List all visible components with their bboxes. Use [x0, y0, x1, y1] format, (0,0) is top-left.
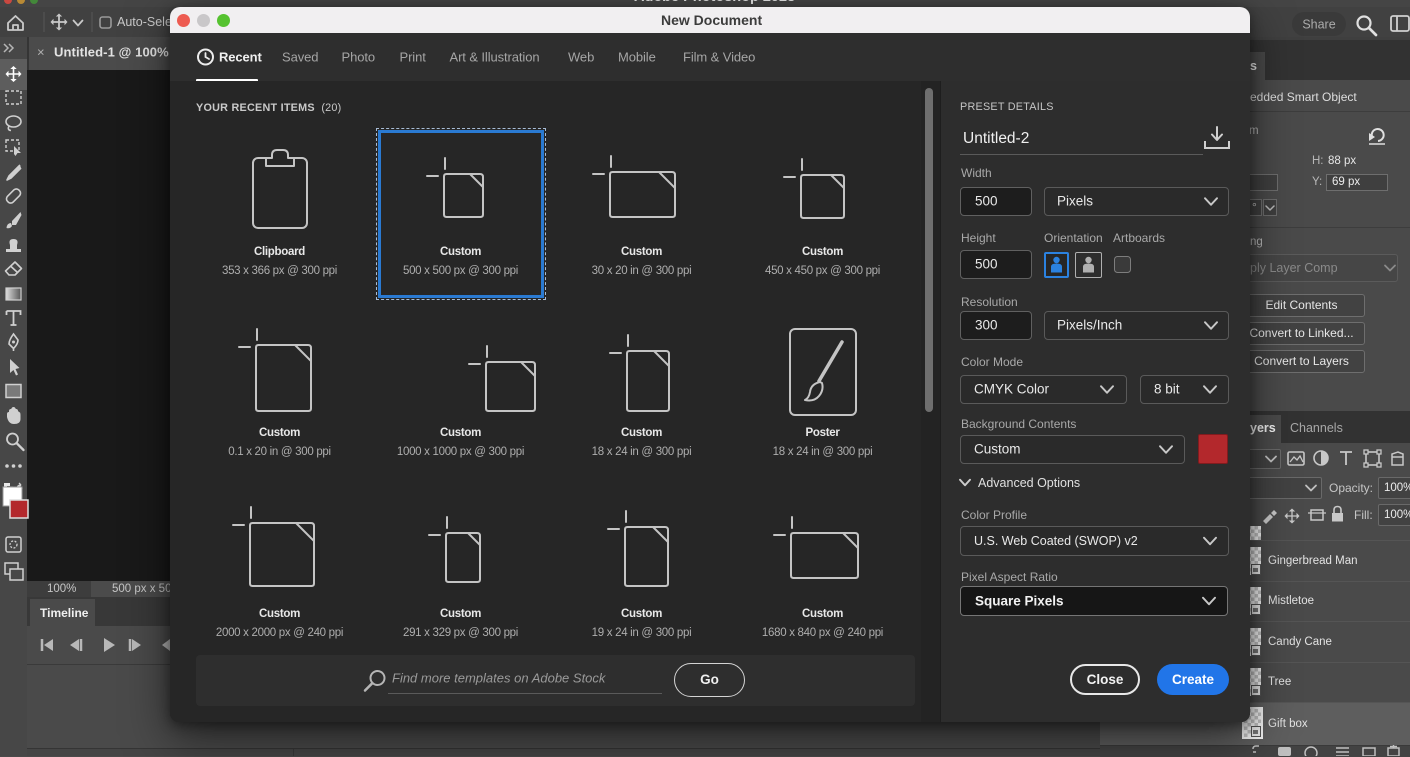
svg-text:Share: Share: [1302, 18, 1335, 32]
